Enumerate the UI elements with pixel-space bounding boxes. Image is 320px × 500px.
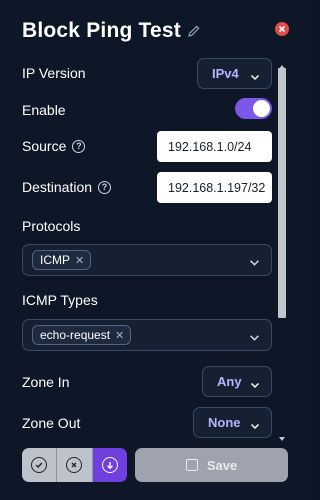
ip-version-value: IPv4 xyxy=(212,66,239,81)
zone-out-dropdown[interactable]: None xyxy=(193,407,272,438)
icmp-type-chip-label: echo-request xyxy=(40,328,111,342)
remove-chip-icon[interactable]: ✕ xyxy=(115,329,124,342)
scroll-up-arrow[interactable] xyxy=(278,58,286,69)
source-label: Source xyxy=(22,138,67,154)
pencil-icon[interactable] xyxy=(187,24,201,38)
chevron-down-icon xyxy=(249,330,260,348)
remove-chip-icon[interactable]: ✕ xyxy=(75,254,84,267)
close-icon[interactable] xyxy=(275,22,289,36)
destination-label: Destination xyxy=(22,179,93,195)
title-row: Block Ping Test xyxy=(22,17,201,45)
zone-in-dropdown[interactable]: Any xyxy=(202,366,272,397)
check-circle-icon xyxy=(31,457,48,473)
source-label-row: Source ? xyxy=(22,137,86,155)
chevron-down-icon xyxy=(250,69,260,80)
protocols-multiselect[interactable]: ICMP ✕ xyxy=(22,244,272,276)
chevron-down-icon xyxy=(249,255,260,273)
zone-in-label: Zone In xyxy=(22,374,70,390)
chevron-down-icon xyxy=(250,377,260,388)
protocols-label: Protocols xyxy=(22,218,81,234)
scrollbar-thumb[interactable] xyxy=(278,68,286,318)
reject-button[interactable] xyxy=(57,448,92,482)
page-title: Block Ping Test xyxy=(22,19,181,42)
protocol-chip-label: ICMP xyxy=(40,253,70,267)
toggle-knob xyxy=(253,100,270,117)
source-input[interactable]: 192.168.1.0/24 xyxy=(157,131,272,162)
ip-version-dropdown[interactable]: IPv4 xyxy=(197,58,272,89)
move-down-button[interactable] xyxy=(92,448,127,482)
floppy-disk-icon xyxy=(185,459,198,471)
save-button[interactable]: Save xyxy=(135,448,288,482)
chevron-down-icon xyxy=(250,418,260,429)
rule-editor-panel: Block Ping Test IP Version IPv4 Enable S… xyxy=(0,0,306,500)
icmp-types-label: ICMP Types xyxy=(22,292,98,308)
scroll-down-arrow[interactable] xyxy=(278,430,286,441)
destination-label-row: Destination ? xyxy=(22,178,112,196)
icmp-types-multiselect[interactable]: echo-request ✕ xyxy=(22,319,272,351)
zone-out-value: None xyxy=(208,415,241,430)
enable-toggle[interactable] xyxy=(235,98,272,119)
destination-input[interactable]: 192.168.1.197/32 xyxy=(157,172,272,203)
help-icon[interactable]: ? xyxy=(98,180,112,194)
enable-label: Enable xyxy=(22,102,66,118)
help-icon[interactable]: ? xyxy=(72,139,86,153)
accept-button[interactable] xyxy=(22,448,57,482)
action-button-group xyxy=(22,448,127,482)
zone-in-value: Any xyxy=(217,374,242,389)
zone-out-label: Zone Out xyxy=(22,415,81,431)
x-circle-icon xyxy=(66,457,83,473)
save-button-label: Save xyxy=(206,457,238,473)
arrow-down-circle-icon xyxy=(101,457,118,473)
icmp-type-chip: echo-request ✕ xyxy=(32,325,132,345)
ip-version-label: IP Version xyxy=(22,65,86,81)
protocol-chip: ICMP ✕ xyxy=(32,250,92,270)
